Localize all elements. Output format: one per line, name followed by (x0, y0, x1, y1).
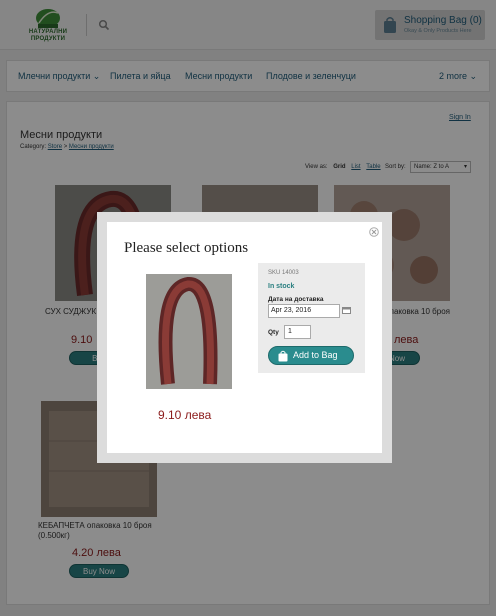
sku-label: SKU 14003 (268, 270, 299, 276)
shopping-bag-icon (278, 350, 288, 362)
delivery-date-input[interactable]: Apr 23, 2016 (268, 304, 340, 318)
qty-input[interactable]: 1 (284, 325, 311, 339)
qty-label: Qty (268, 329, 279, 336)
stock-status: In stock (268, 283, 295, 290)
modal-title: Please select options (124, 240, 249, 256)
modal-price: 9.10 лева (158, 408, 212, 422)
options-panel: SKU 14003 In stock Дата на доставка Apr … (258, 263, 365, 373)
delivery-date-label: Дата на доставка (268, 296, 324, 303)
modal-product-image (146, 274, 232, 389)
close-icon[interactable] (369, 227, 379, 237)
add-to-bag-button[interactable]: Add to Bag (268, 346, 354, 365)
calendar-icon[interactable] (342, 306, 351, 314)
